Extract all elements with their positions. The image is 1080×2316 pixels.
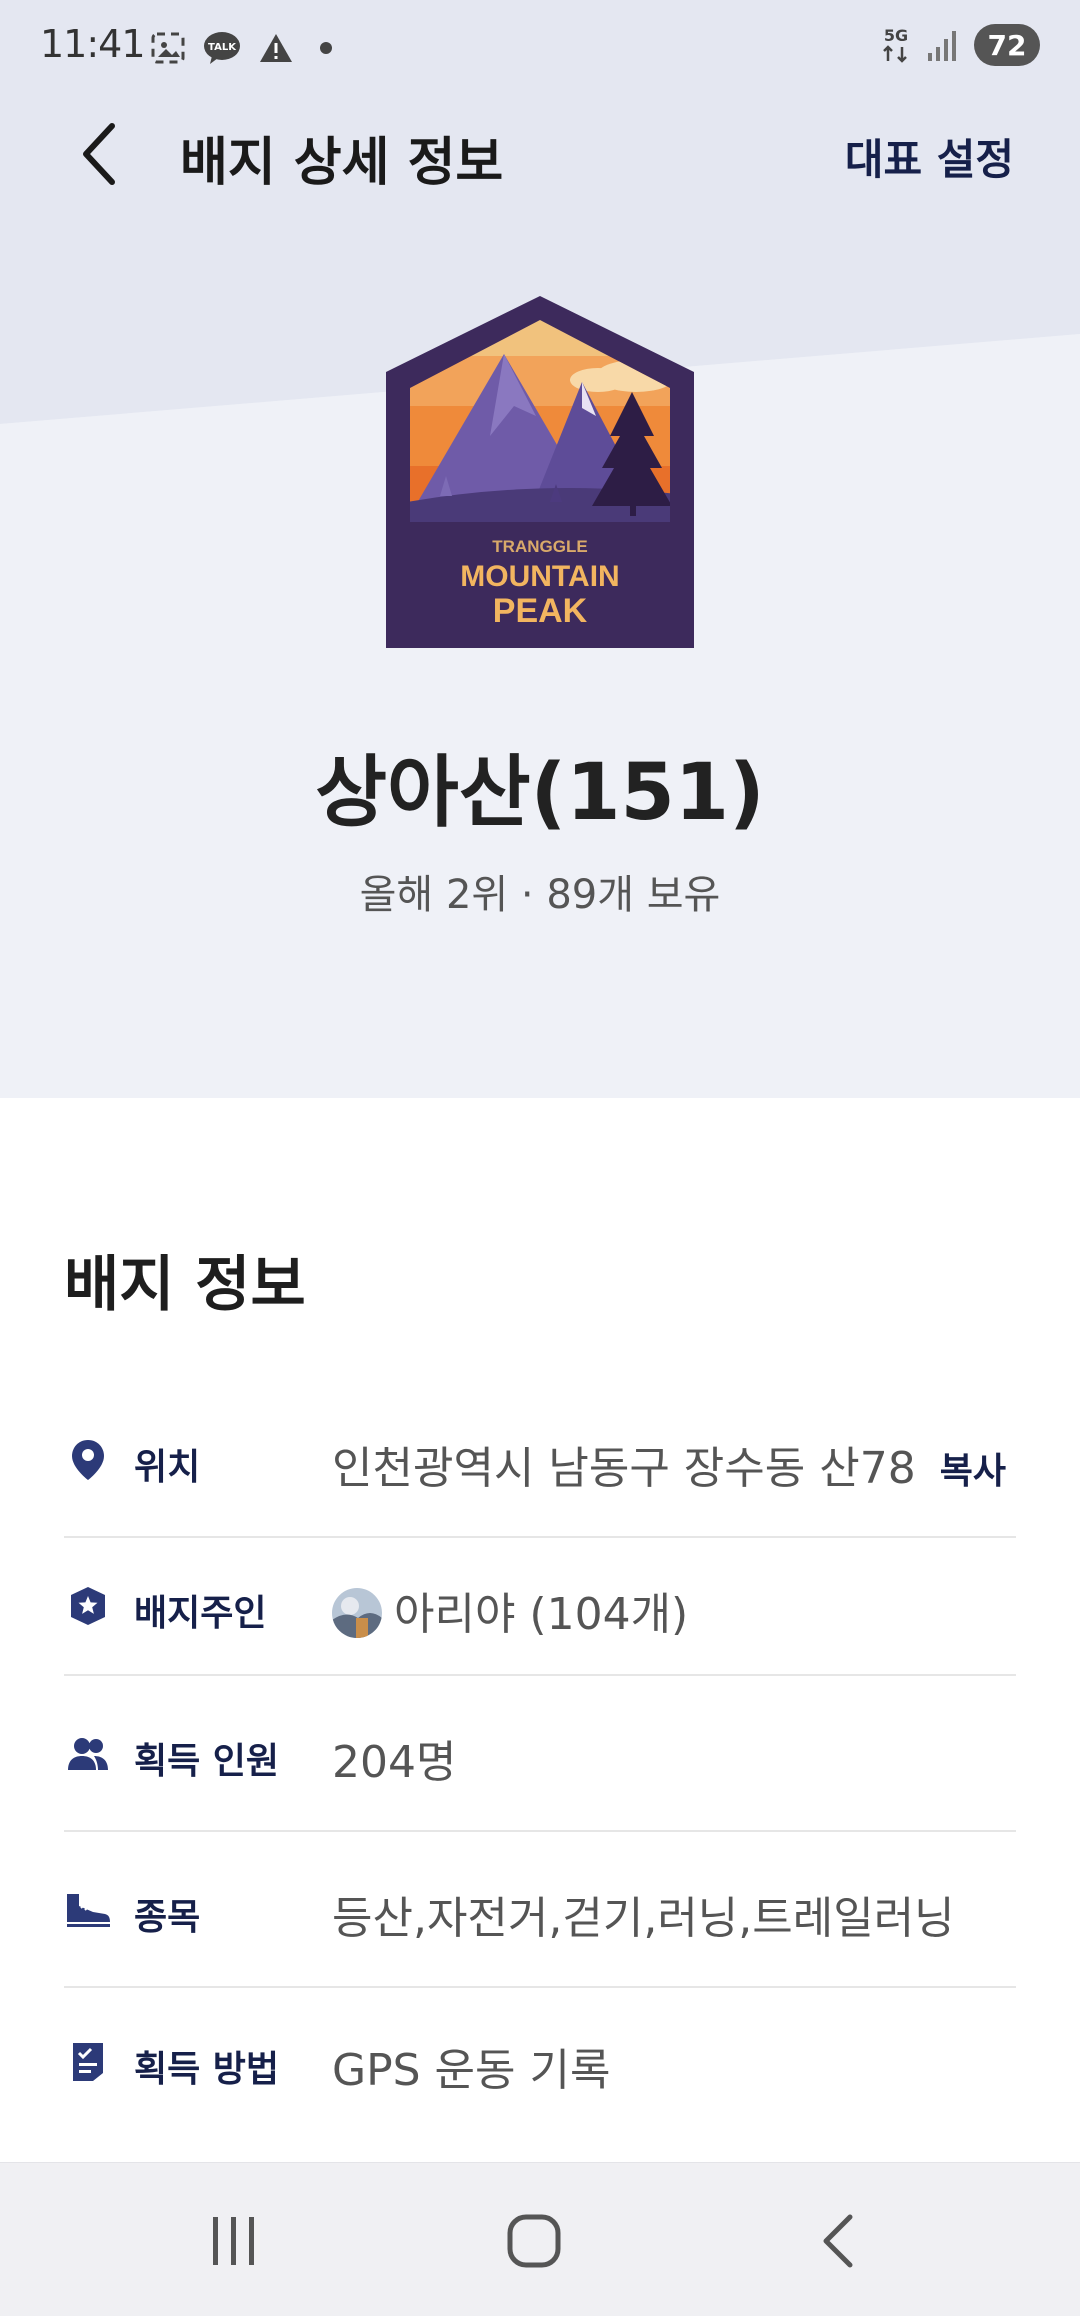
screenshot-icon bbox=[148, 28, 188, 68]
info-label-owner: 배지주인 bbox=[134, 1593, 267, 1634]
status-time: 11:41 bbox=[40, 22, 146, 66]
back-icon bbox=[823, 2214, 853, 2268]
chevron-left-icon bbox=[83, 123, 115, 185]
warning-icon bbox=[256, 28, 296, 68]
mountain-peak-badge: TRANGGLE MOUNTAIN PEAK bbox=[386, 296, 694, 648]
badge-line1-text: MOUNTAIN bbox=[460, 560, 619, 593]
recent-apps-icon bbox=[213, 2217, 254, 2265]
section-title: 배지 정보 bbox=[64, 1250, 306, 1320]
checklist-icon bbox=[64, 2038, 112, 2086]
info-row-location: 위치 인천광역시 남동구 장수동 산78 복사 bbox=[64, 1394, 1016, 1538]
recent-apps-button[interactable] bbox=[194, 2201, 274, 2281]
info-row-acquired: 획득 인원 204명 bbox=[64, 1676, 1016, 1832]
5g-icon: 5G bbox=[883, 26, 908, 63]
shoe-icon bbox=[64, 1886, 112, 1934]
info-value-owner[interactable]: 아리야 (104개) bbox=[394, 1589, 688, 1640]
system-nav-bar bbox=[0, 2162, 1080, 2316]
status-bar: 11:41 TALK 5G 72 bbox=[0, 0, 1080, 96]
home-icon bbox=[507, 2214, 561, 2268]
info-row-method: 획득 방법 GPS 운동 기록 bbox=[64, 1988, 1016, 2138]
battery-indicator: 72 bbox=[974, 24, 1040, 66]
badge-name: 상아산(151) bbox=[315, 748, 765, 838]
info-value-method: GPS 운동 기록 bbox=[332, 2045, 611, 2096]
owner-avatar[interactable] bbox=[332, 1588, 382, 1638]
location-pin-icon bbox=[64, 1436, 112, 1484]
badge-line2-text: PEAK bbox=[493, 592, 588, 630]
app-bar: 배지 상세 정보 대표 설정 bbox=[0, 100, 1080, 208]
info-value-sports: 등산,자전거,걷기,러닝,트레일러닝 bbox=[332, 1893, 955, 1944]
badge-summary: 올해 2위 · 89개 보유 bbox=[359, 872, 721, 918]
info-value-location: 인천광역시 남동구 장수동 산78 bbox=[332, 1443, 916, 1494]
info-value-acquired: 204명 bbox=[332, 1737, 457, 1788]
page-title: 배지 상세 정보 bbox=[180, 133, 504, 193]
set-representative-button[interactable]: 대표 설정 bbox=[845, 126, 1014, 187]
badge-info-list: 위치 인천광역시 남동구 장수동 산78 복사 배지주인 아리야 (104개) … bbox=[64, 1394, 1016, 2138]
badge-star-icon bbox=[64, 1582, 112, 1630]
svg-text:5G: 5G bbox=[884, 26, 908, 45]
back-button[interactable] bbox=[64, 118, 136, 190]
info-label-location: 위치 bbox=[134, 1447, 201, 1488]
badge-brand-text: TRANGGLE bbox=[492, 537, 587, 556]
signal-icon bbox=[928, 31, 956, 61]
info-label-method: 획득 방법 bbox=[134, 2049, 280, 2090]
copy-address-button[interactable]: 복사 bbox=[940, 1451, 1006, 1492]
svg-text:TALK: TALK bbox=[208, 42, 237, 53]
info-label-sports: 종목 bbox=[134, 1897, 201, 1938]
notification-dot-icon bbox=[320, 42, 332, 54]
people-icon bbox=[64, 1730, 112, 1778]
hero-section: 11:41 TALK 5G 72 배지 상세 정보 대표 설정 TRANGGLE… bbox=[0, 0, 1080, 1098]
back-nav-button[interactable] bbox=[798, 2201, 878, 2281]
kakaotalk-icon: TALK bbox=[202, 28, 242, 68]
info-row-owner: 배지주인 아리야 (104개) bbox=[64, 1538, 1016, 1676]
info-row-sports: 종목 등산,자전거,걷기,러닝,트레일러닝 bbox=[64, 1832, 1016, 1988]
info-label-acquired: 획득 인원 bbox=[134, 1741, 280, 1782]
home-button[interactable] bbox=[494, 2201, 574, 2281]
